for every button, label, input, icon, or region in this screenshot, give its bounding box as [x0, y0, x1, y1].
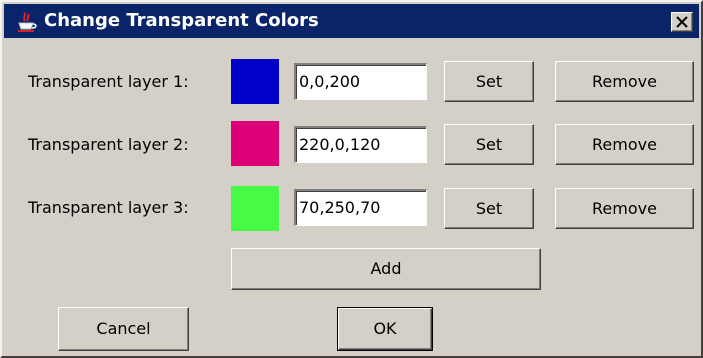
- layer-3-remove-button[interactable]: Remove: [555, 188, 694, 229]
- layer-1-label: Transparent layer 1:: [28, 72, 189, 91]
- layer-2-remove-button[interactable]: Remove: [555, 124, 694, 165]
- cancel-button[interactable]: Cancel: [58, 307, 189, 351]
- close-button[interactable]: [671, 12, 693, 32]
- change-transparent-colors-dialog: Change Transparent Colors Transparent la…: [0, 0, 703, 358]
- title-bar[interactable]: Change Transparent Colors: [4, 4, 699, 38]
- layer-2-label: Transparent layer 2:: [28, 135, 189, 154]
- layer-2-set-button[interactable]: Set: [444, 124, 534, 165]
- layer-2-color-swatch: [231, 121, 279, 166]
- layer-3-color-input[interactable]: 70,250,70: [294, 189, 427, 226]
- close-icon: [676, 16, 688, 28]
- layer-3-label: Transparent layer 3:: [28, 198, 189, 217]
- layer-2-color-input[interactable]: 220,0,120: [294, 126, 427, 163]
- add-layer-button[interactable]: Add: [231, 248, 541, 290]
- layer-3-color-swatch: [231, 186, 279, 231]
- layer-3-set-button[interactable]: Set: [444, 188, 534, 229]
- ok-button[interactable]: OK: [337, 307, 433, 351]
- java-cup-icon: [16, 12, 38, 34]
- layer-1-remove-button[interactable]: Remove: [555, 61, 694, 102]
- layer-1-set-button[interactable]: Set: [444, 61, 534, 102]
- layer-1-color-swatch: [231, 59, 279, 104]
- window-title: Change Transparent Colors: [44, 10, 319, 31]
- layer-1-color-input[interactable]: 0,0,200: [294, 63, 427, 100]
